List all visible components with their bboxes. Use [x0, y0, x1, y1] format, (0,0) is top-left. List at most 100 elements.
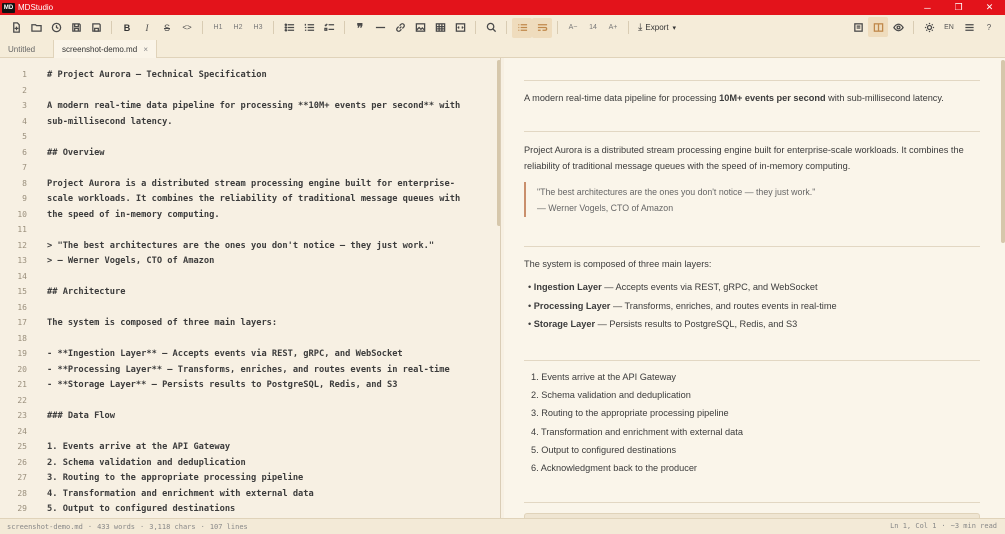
layer-description: — Persists results to PostgreSQL, Redis,…: [595, 319, 798, 329]
eye-icon: [892, 23, 904, 31]
editor-scrollbar[interactable]: [497, 60, 500, 226]
toolbar-divider: [506, 21, 507, 34]
overview-line: Project Aurora is a distributed stream p…: [524, 145, 964, 155]
line-number: 24: [17, 426, 27, 436]
font-decrease-button[interactable]: A−: [563, 18, 583, 38]
line-number: 15: [17, 287, 27, 296]
line-numbers-toggle[interactable]: [512, 17, 532, 38]
numbered-list-button[interactable]: [299, 18, 319, 38]
link-button[interactable]: [390, 18, 410, 38]
code-line: ## Overview: [47, 147, 105, 158]
language-button[interactable]: EN: [939, 17, 959, 37]
bold-button[interactable]: B: [117, 18, 137, 38]
inline-code-button[interactable]: <>: [177, 18, 197, 38]
line-number: 12: [17, 240, 27, 250]
quote-button[interactable]: ❞: [350, 18, 370, 38]
code-line: ## Architecture: [47, 287, 126, 297]
heading-3-button[interactable]: H3: [248, 18, 268, 38]
task-list-button[interactable]: [319, 18, 339, 38]
search-icon: [486, 22, 496, 33]
horizontal-rule-button[interactable]: [370, 18, 390, 38]
layer-name: Ingestion Layer: [533, 282, 602, 292]
divider: [524, 80, 980, 81]
line-number: 25: [17, 442, 27, 451]
save-button[interactable]: [66, 18, 86, 38]
code-line: # Project Aurora — Technical Specificati…: [47, 70, 267, 80]
heading-2-button[interactable]: H2: [228, 18, 248, 38]
tab-untitled[interactable]: Untitled: [0, 40, 53, 58]
markdown-editor[interactable]: 1 2 3 4 5 6 7 8 9 10 11 12 13 14 15 16 17 18 19 20 21 22 23 24 2…: [0, 58, 501, 518]
word-wrap-icon: [537, 24, 547, 31]
editor-only-view-button[interactable]: [848, 17, 868, 37]
line-number: 19: [17, 349, 27, 358]
toolbar-right: EN ?: [848, 17, 999, 37]
tab-screenshot-demo[interactable]: screenshot-demo.md ×: [53, 40, 157, 58]
maximize-button[interactable]: ❐: [943, 0, 974, 15]
tab-bar: Untitled screenshot-demo.md ×: [0, 40, 1005, 58]
italic-button[interactable]: I: [137, 18, 157, 38]
heading-1-button[interactable]: H1: [208, 18, 228, 38]
status-line-count: 107 lines: [209, 522, 248, 531]
line-number: 14: [17, 271, 27, 281]
history-button[interactable]: [46, 18, 66, 38]
new-file-icon: [12, 22, 20, 33]
data-flow-step: 2. Schema validation and deduplication: [531, 390, 691, 401]
toolbar-divider: [557, 21, 558, 34]
toolbar-divider: [344, 21, 345, 34]
line-number: 7: [22, 163, 27, 172]
word-wrap-toggle[interactable]: [532, 17, 552, 38]
tab-label: Untitled: [8, 44, 36, 54]
code-line: The system is composed of three main lay…: [47, 318, 278, 328]
toolbar-divider: [111, 21, 112, 34]
bullet-list-button[interactable]: [279, 18, 299, 38]
code-line: 5. Output to configured destinations: [47, 504, 236, 514]
line-number: 8: [22, 178, 27, 188]
status-filename: screenshot-demo.md: [7, 522, 83, 531]
folder-icon: [30, 24, 42, 32]
preview-only-view-button[interactable]: [888, 17, 908, 37]
quote-icon: ❞: [356, 20, 364, 35]
divider: [524, 246, 980, 247]
line-number: 22: [17, 395, 27, 405]
line-number: 2: [22, 85, 27, 95]
search-button[interactable]: [481, 18, 501, 38]
quote-text: "The best architectures are the ones you…: [537, 187, 816, 197]
app-logo: MD: [2, 2, 15, 13]
title-bar: MD MDStudio ─ ❐ ✕: [0, 0, 1005, 15]
status-char-count: 3,118 chars: [149, 522, 196, 531]
new-file-button[interactable]: [6, 18, 26, 38]
editor-view-icon: [853, 22, 863, 32]
close-window-button[interactable]: ✕: [974, 0, 1005, 15]
code-block-icon: [455, 23, 465, 32]
download-icon: ⤓: [638, 22, 643, 33]
export-dropdown[interactable]: ⤓ Export ▾: [634, 19, 680, 37]
minimize-button[interactable]: ─: [912, 0, 943, 15]
outline-button[interactable]: [959, 17, 979, 37]
data-flow-step: 3. Routing to the appropriate processing…: [531, 408, 729, 419]
preview-scrollbar[interactable]: [1001, 60, 1005, 243]
theme-toggle-button[interactable]: [919, 17, 939, 37]
line-number: 9: [22, 194, 27, 203]
line-number: 13: [17, 256, 27, 265]
font-increase-button[interactable]: A+: [603, 18, 623, 38]
table-button[interactable]: [430, 18, 450, 38]
overview-line: reliability of traditional message queue…: [524, 161, 851, 171]
split-view-button[interactable]: [868, 17, 888, 37]
help-button[interactable]: ?: [979, 17, 999, 37]
strikethrough-button[interactable]: S: [157, 18, 177, 38]
save-as-button[interactable]: [86, 18, 106, 38]
open-folder-button[interactable]: [26, 18, 46, 38]
code-block-button[interactable]: [450, 18, 470, 38]
line-number: 17: [17, 318, 27, 327]
window-controls: ─ ❐ ✕: [912, 0, 1005, 15]
bullet-list-icon: [284, 23, 294, 32]
toolbar-divider: [628, 21, 629, 34]
image-button[interactable]: [410, 18, 430, 38]
close-tab-icon[interactable]: ×: [143, 45, 148, 54]
line-number: 21: [17, 380, 27, 389]
status-bar: screenshot-demo.md · 433 words · 3,118 c…: [0, 518, 1005, 534]
line-number: 29: [17, 504, 27, 513]
menu-list-icon: [964, 23, 974, 31]
code-line: 2. Schema validation and deduplication: [47, 457, 246, 468]
line-number: 3: [22, 101, 27, 110]
